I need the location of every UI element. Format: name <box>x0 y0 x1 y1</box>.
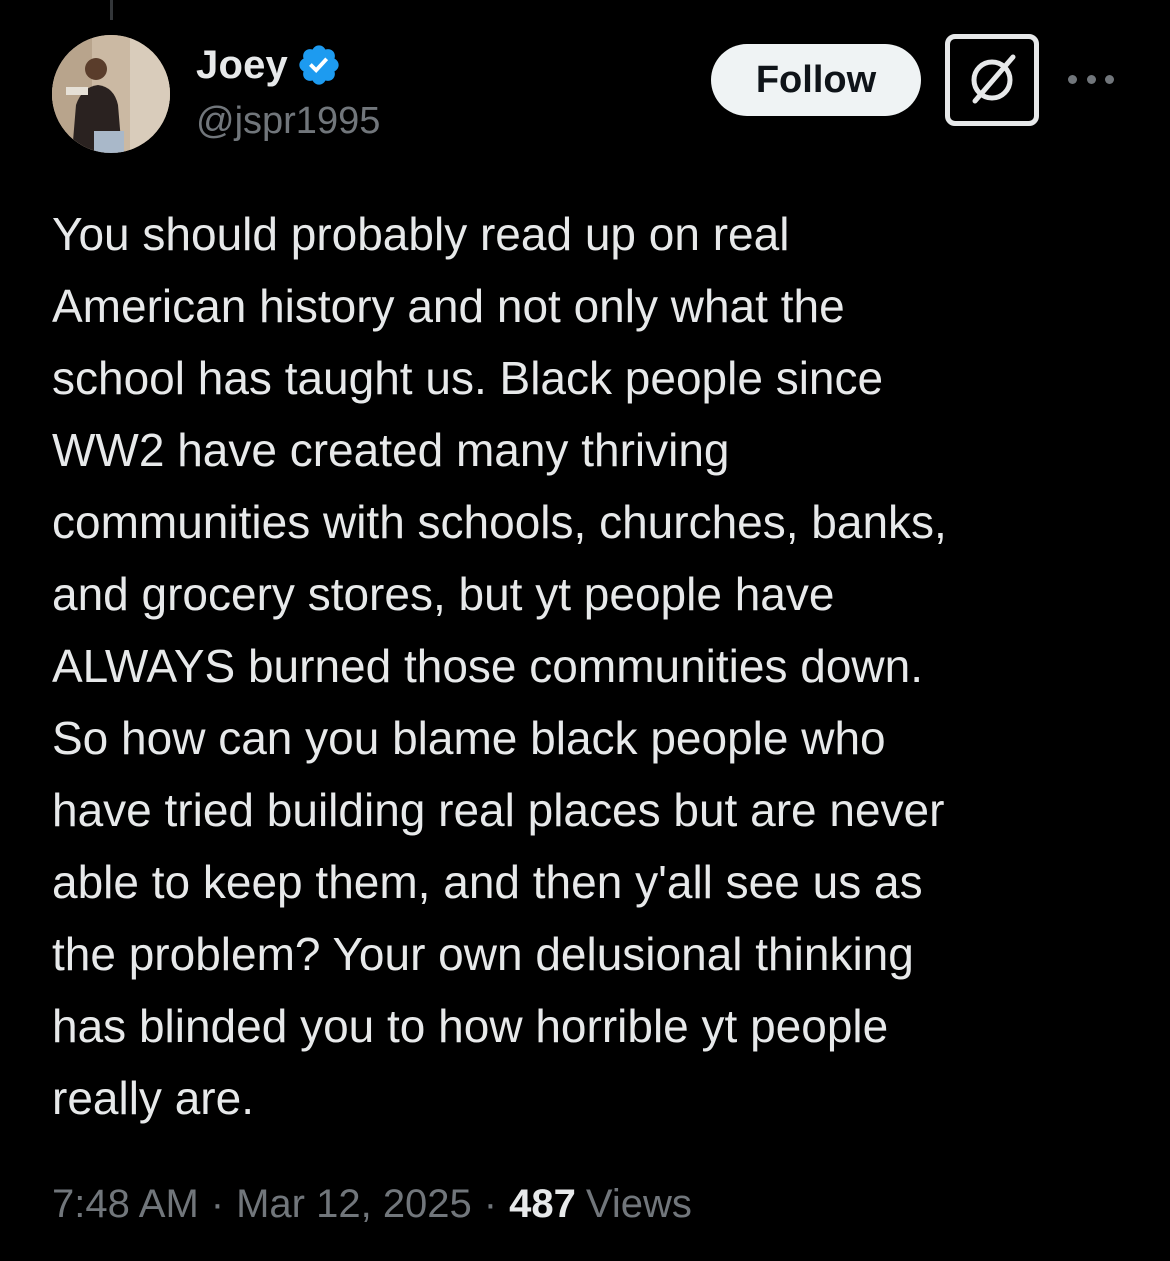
follow-button[interactable]: Follow <box>711 44 921 116</box>
views-count: 487 <box>509 1182 576 1226</box>
author-handle[interactable]: @jspr1995 <box>196 100 380 143</box>
tweet-time[interactable]: 7:48 AM <box>52 1182 199 1227</box>
meta-separator: · <box>483 1182 498 1226</box>
avatar[interactable] <box>52 35 170 153</box>
more-options-icon[interactable] <box>1068 64 1114 94</box>
views-label: Views <box>585 1182 692 1226</box>
display-name[interactable]: Joey <box>196 43 288 88</box>
grok-icon[interactable] <box>945 34 1039 126</box>
verified-badge-icon <box>296 42 342 88</box>
tweet-meta: 7:48 AM · Mar 12, 2025 · 487 Views <box>52 1182 692 1227</box>
thread-line <box>110 0 113 20</box>
author-name-row[interactable]: Joey <box>196 40 342 90</box>
tweet-text: You should probably read up on real Amer… <box>52 208 947 1124</box>
meta-separator: · <box>210 1182 225 1226</box>
tweet-date[interactable]: Mar 12, 2025 <box>236 1182 472 1227</box>
